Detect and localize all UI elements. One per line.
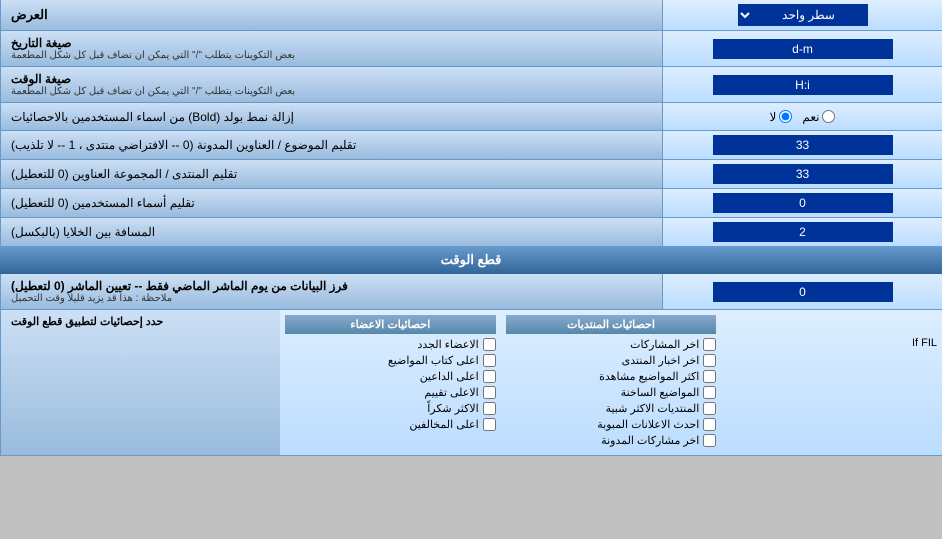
member-stats-item-5: الاكثر شكراً bbox=[285, 402, 496, 415]
topic-address-input[interactable]: 33 bbox=[713, 135, 893, 155]
cell-spacing-input[interactable]: 2 bbox=[713, 222, 893, 242]
bold-remove-label: إزالة نمط بولد (Bold) من اسماء المستخدمي… bbox=[11, 110, 294, 124]
date-format-label: صيغة التاريخ bbox=[11, 36, 72, 50]
filter-label: فرز البيانات من يوم الماشر الماضي فقط --… bbox=[11, 279, 348, 293]
member-stats-item-6: اعلى المخالفين bbox=[285, 418, 496, 431]
forum-stats-item-7: اخر مشاركات المدونة bbox=[506, 434, 717, 447]
cell-spacing-label: المسافة بين الخلايا (بالبكسل) bbox=[11, 225, 155, 239]
bold-remove-yes[interactable]: نعم bbox=[802, 110, 835, 124]
bold-remove-radio: نعم لا bbox=[770, 110, 836, 124]
date-format-sublabel: بعض التكوينات يتطلب "/" التي يمكن ان تضا… bbox=[11, 50, 295, 61]
forum-stats-item-2: اخر اخبار المنتدى bbox=[506, 354, 717, 367]
topic-address-label: تقليم الموضوع / العناوين المدونة (0 -- ا… bbox=[11, 138, 356, 152]
cutoff-section-header: قطع الوقت bbox=[0, 247, 942, 274]
time-format-label: صيغة الوقت bbox=[11, 72, 71, 86]
page-title: العرض bbox=[11, 7, 48, 23]
filter-note: ملاحظة : هذا قد يزيد قليلاً وقت التحميل bbox=[11, 293, 172, 304]
member-stats-item-2: اعلى كتاب المواضيع bbox=[285, 354, 496, 367]
username-trim-label: تقليم أسماء المستخدمين (0 للتعطيل) bbox=[11, 196, 195, 210]
forum-stats-header: احصائيات المنتديات bbox=[506, 315, 717, 334]
member-stats-item-4: الاعلى تقييم bbox=[285, 386, 496, 399]
filter-input[interactable]: 0 bbox=[713, 282, 893, 302]
username-trim-input[interactable]: 0 bbox=[713, 193, 893, 213]
member-stats-item-1: الاعضاء الجدد bbox=[285, 338, 496, 351]
forum-stats-item-4: المواضيع الساخنة bbox=[506, 386, 717, 399]
cutoff-limit-label: حدد إحصائيات لتطبيق قطع الوقت bbox=[11, 315, 163, 328]
forum-stats-item-6: احدث الاعلانات المبوبة bbox=[506, 418, 717, 431]
forum-stats-item-3: اكثر المواضيع مشاهدة bbox=[506, 370, 717, 383]
time-format-input[interactable]: H:i bbox=[713, 75, 893, 95]
member-stats-header: احصائيات الاعضاء bbox=[285, 315, 496, 334]
member-stats-item-3: اعلى الداعين bbox=[285, 370, 496, 383]
forum-address-label: تقليم المنتدى / المجموعة العناوين (0 للت… bbox=[11, 167, 237, 181]
forum-address-input[interactable]: 33 bbox=[713, 164, 893, 184]
bold-remove-no[interactable]: لا bbox=[770, 110, 793, 124]
time-format-sublabel: بعض التكوينات يتطلب "/" التي يمكن ان تضا… bbox=[11, 86, 295, 97]
date-format-input[interactable]: d-m bbox=[713, 39, 893, 59]
forum-stats-item-1: اخر المشاركات bbox=[506, 338, 717, 351]
if-fil-text: If FIL bbox=[726, 337, 937, 349]
single-line-select[interactable]: سطر واحد bbox=[738, 4, 868, 26]
forum-stats-item-5: المنتديات الاكثر شبية bbox=[506, 402, 717, 415]
